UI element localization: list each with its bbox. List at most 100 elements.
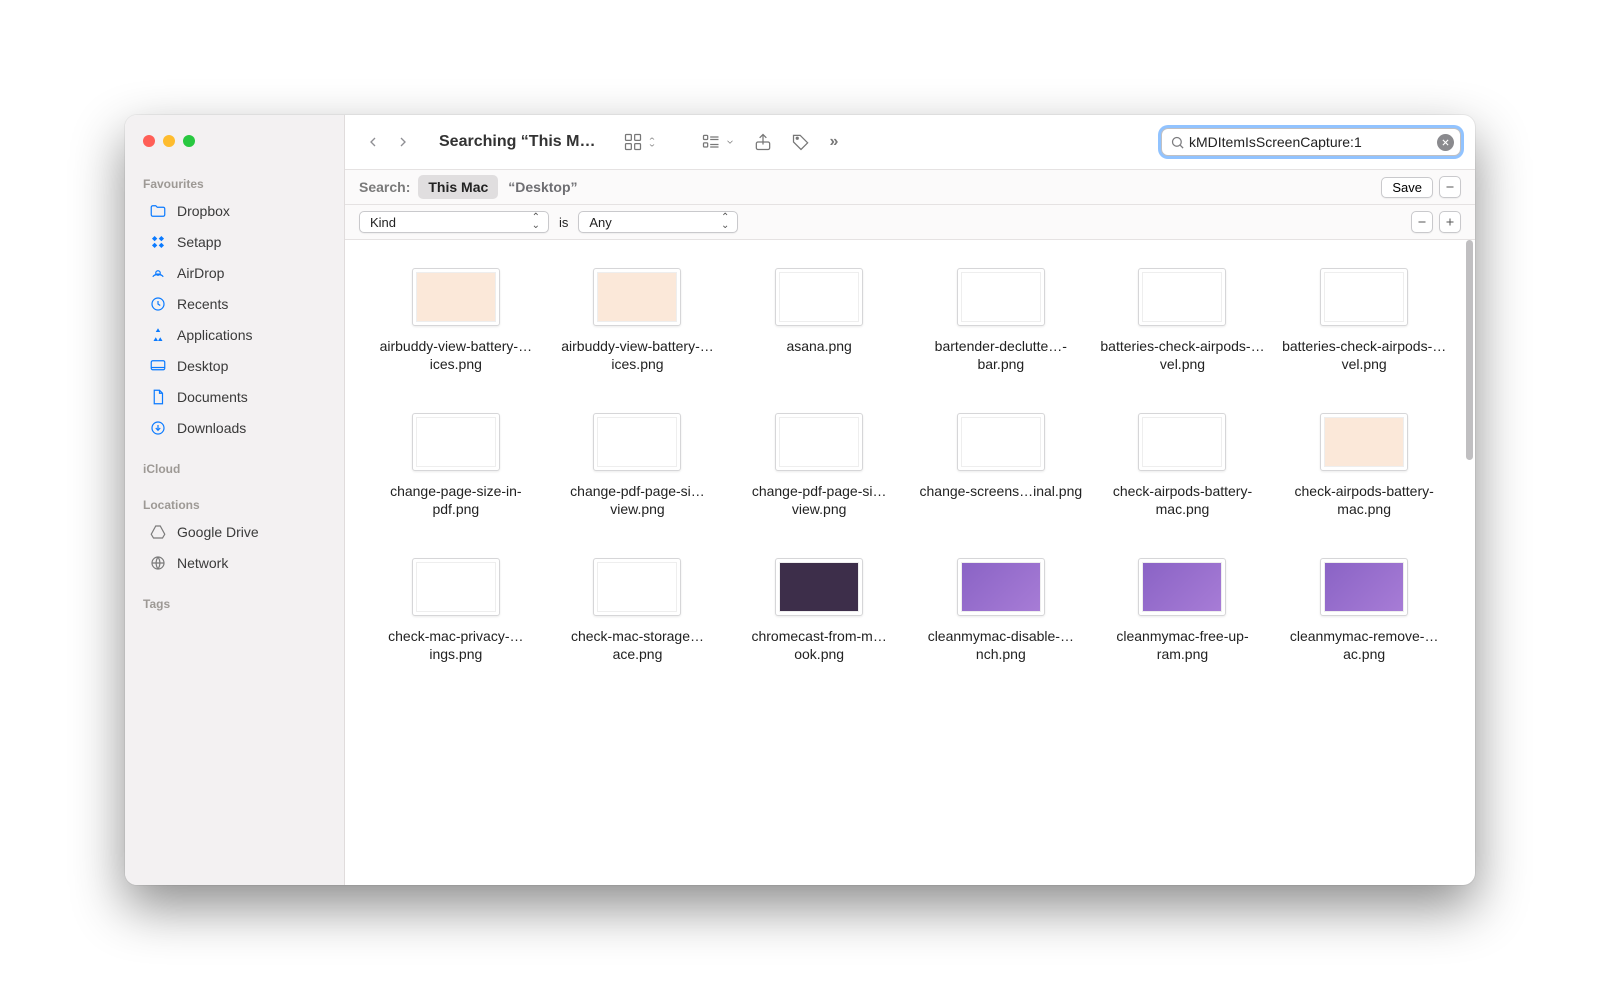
- file-thumbnail: [593, 268, 681, 326]
- search-criteria-row: Kind ⌃⌄ is Any ⌃⌄: [345, 205, 1475, 240]
- scrollbar-thumb[interactable]: [1466, 240, 1473, 460]
- file-item[interactable]: bartender-declutte…-bar.png: [916, 268, 1086, 373]
- sidebar-item-label: Desktop: [177, 358, 228, 374]
- icon-grid: airbuddy-view-battery-…ices.png airbuddy-…: [345, 240, 1475, 703]
- file-name-label: change-page-size-in-pdf.png: [371, 483, 541, 518]
- file-name-label: cleanmymac-remove-…ac.png: [1279, 628, 1449, 663]
- file-name-label: airbuddy-view-battery-…ices.png: [371, 338, 541, 373]
- share-button[interactable]: [751, 128, 775, 156]
- add-criteria-button[interactable]: [1439, 211, 1461, 233]
- sidebar-item-recents[interactable]: Recents: [131, 289, 338, 319]
- search-input[interactable]: [1185, 132, 1437, 152]
- file-name-label: change-pdf-page-si…view.png: [552, 483, 722, 518]
- clear-search-button[interactable]: [1437, 134, 1454, 151]
- sidebar-section-header: Favourites: [125, 171, 344, 195]
- file-thumbnail: [775, 558, 863, 616]
- sidebar-item-google-drive[interactable]: Google Drive: [131, 517, 338, 547]
- file-thumbnail: [593, 413, 681, 471]
- file-thumbnail: [775, 268, 863, 326]
- file-thumbnail: [1138, 413, 1226, 471]
- remove-scope-button[interactable]: [1439, 176, 1461, 198]
- file-item[interactable]: cleanmymac-disable-…nch.png: [916, 558, 1086, 663]
- setapp-icon: [149, 233, 167, 251]
- file-item[interactable]: batteries-check-airpods-…vel.png: [1097, 268, 1267, 373]
- sidebar-item-desktop[interactable]: Desktop: [131, 351, 338, 381]
- criteria-is-label: is: [559, 215, 568, 230]
- doc-icon: [149, 388, 167, 406]
- sidebar-section-header: Locations: [125, 492, 344, 516]
- sidebar-item-label: Dropbox: [177, 203, 230, 219]
- chevron-down-icon: [725, 135, 735, 150]
- file-item[interactable]: asana.png: [734, 268, 904, 373]
- drive-icon: [149, 523, 167, 541]
- file-item[interactable]: airbuddy-view-battery-…ices.png: [371, 268, 541, 373]
- main-area: Searching “This M… »: [345, 115, 1475, 885]
- toolbar-overflow-button[interactable]: »: [827, 129, 840, 155]
- sidebar-item-setapp[interactable]: Setapp: [131, 227, 338, 257]
- file-item[interactable]: cleanmymac-free-up-ram.png: [1097, 558, 1267, 663]
- sidebar-item-label: Network: [177, 555, 228, 571]
- sidebar-item-label: Downloads: [177, 420, 246, 436]
- remove-criteria-button[interactable]: [1411, 211, 1433, 233]
- sidebar-item-downloads[interactable]: Downloads: [131, 413, 338, 443]
- file-item[interactable]: check-mac-privacy-…ings.png: [371, 558, 541, 663]
- window-controls: [125, 125, 344, 165]
- zoom-window-button[interactable]: [183, 135, 195, 147]
- file-name-label: batteries-check-airpods-…vel.png: [1279, 338, 1449, 373]
- file-item[interactable]: batteries-check-airpods-…vel.png: [1279, 268, 1449, 373]
- file-thumbnail: [412, 268, 500, 326]
- search-scope-bar: Search: This Mac“Desktop” Save: [345, 169, 1475, 205]
- criteria-value: Any: [589, 215, 611, 230]
- file-name-label: change-screens…inal.png: [920, 483, 1083, 501]
- file-name-label: chromecast-from-m…ook.png: [734, 628, 904, 663]
- sidebar-item-applications[interactable]: Applications: [131, 320, 338, 350]
- file-name-label: airbuddy-view-battery-…ices.png: [552, 338, 722, 373]
- sidebar: Favourites Dropbox Setapp AirDropRecentsApp…: [125, 115, 345, 885]
- file-name-label: batteries-check-airpods-…vel.png: [1097, 338, 1267, 373]
- file-item[interactable]: airbuddy-view-battery-…ices.png: [552, 268, 722, 373]
- file-item[interactable]: chromecast-from-m…ook.png: [734, 558, 904, 663]
- file-item[interactable]: check-mac-storage…ace.png: [552, 558, 722, 663]
- file-thumbnail: [957, 413, 1045, 471]
- file-item[interactable]: change-pdf-page-si…view.png: [552, 413, 722, 518]
- results-area[interactable]: airbuddy-view-battery-…ices.png airbuddy-…: [345, 240, 1475, 885]
- save-search-button[interactable]: Save: [1381, 177, 1433, 198]
- group-by-button[interactable]: [699, 128, 737, 156]
- file-item[interactable]: check-airpods-battery-mac.png: [1279, 413, 1449, 518]
- file-thumbnail: [593, 558, 681, 616]
- back-button[interactable]: [359, 128, 387, 156]
- sidebar-item-dropbox[interactable]: Dropbox: [131, 196, 338, 226]
- window-title: Searching “This M…: [439, 133, 595, 151]
- sidebar-item-airdrop[interactable]: AirDrop: [131, 258, 338, 288]
- search-scope-desktop[interactable]: “Desktop”: [498, 175, 587, 199]
- file-name-label: change-pdf-page-si…view.png: [734, 483, 904, 518]
- search-field[interactable]: [1161, 128, 1461, 156]
- file-item[interactable]: cleanmymac-remove-…ac.png: [1279, 558, 1449, 663]
- sidebar-item-network[interactable]: Network: [131, 548, 338, 578]
- network-icon: [149, 554, 167, 572]
- file-name-label: check-mac-storage…ace.png: [552, 628, 722, 663]
- file-thumbnail: [957, 558, 1045, 616]
- forward-button[interactable]: [389, 128, 417, 156]
- file-item[interactable]: change-screens…inal.png: [916, 413, 1086, 518]
- sidebar-item-documents[interactable]: Documents: [131, 382, 338, 412]
- sidebar-item-label: Setapp: [177, 234, 221, 250]
- app-icon: [149, 326, 167, 344]
- minimize-window-button[interactable]: [163, 135, 175, 147]
- desktop-icon: [149, 357, 167, 375]
- criteria-value-popup[interactable]: Any ⌃⌄: [578, 211, 738, 233]
- file-item[interactable]: change-pdf-page-si…view.png: [734, 413, 904, 518]
- popup-chevron-icon: ⌃⌄: [532, 214, 540, 230]
- sidebar-item-label: Documents: [177, 389, 248, 405]
- file-thumbnail: [1320, 558, 1408, 616]
- file-item[interactable]: change-page-size-in-pdf.png: [371, 413, 541, 518]
- icon-view-button[interactable]: [621, 128, 659, 156]
- file-name-label: asana.png: [786, 338, 851, 356]
- close-window-button[interactable]: [143, 135, 155, 147]
- file-item[interactable]: check-airpods-battery-mac.png: [1097, 413, 1267, 518]
- criteria-attribute-popup[interactable]: Kind ⌃⌄: [359, 211, 549, 233]
- search-scope-thismac[interactable]: This Mac: [418, 175, 498, 199]
- file-thumbnail: [1320, 268, 1408, 326]
- criteria-attribute-value: Kind: [370, 215, 396, 230]
- tags-button[interactable]: [789, 128, 813, 156]
